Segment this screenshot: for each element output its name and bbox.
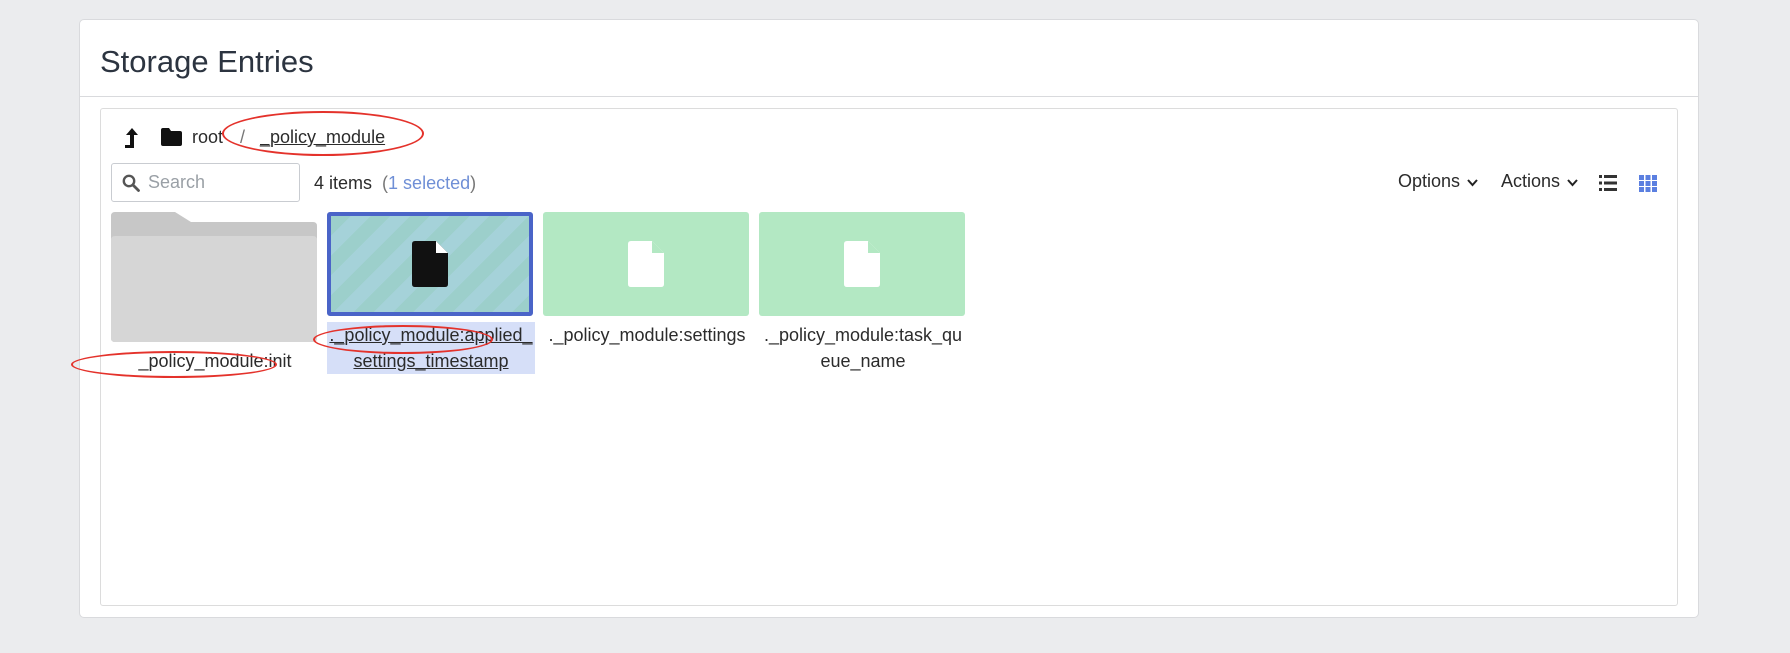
item-count-text: 4 items [314, 173, 373, 193]
folder-icon [111, 212, 317, 342]
item-count: 4 items (1 selected) [314, 173, 477, 193]
item-label[interactable]: _policy_module:init [111, 348, 319, 374]
file-icon [412, 241, 448, 287]
page-title: Storage Entries [100, 43, 314, 79]
card-header: Storage Entries [80, 20, 1698, 97]
options-dropdown[interactable]: Options [1398, 171, 1478, 192]
file-icon [628, 241, 664, 287]
item-label[interactable]: ._policy_module:task_queue_name [759, 322, 967, 374]
breadcrumb-current[interactable]: _policy_module [260, 127, 385, 148]
breadcrumb-root[interactable]: root [192, 127, 223, 148]
options-label: Options [1398, 171, 1461, 191]
file-item[interactable]: ._policy_module:task_queue_name [759, 212, 967, 374]
breadcrumb-separator: / [240, 127, 246, 147]
actions-label: Actions [1501, 171, 1561, 191]
breadcrumb: root / _policy_module [101, 109, 801, 165]
chevron-down-icon [1567, 178, 1578, 186]
level-up-icon[interactable] [123, 126, 141, 150]
file-thumbnail[interactable] [759, 212, 965, 316]
item-label[interactable]: ._policy_module:settings [543, 322, 751, 348]
file-icon [844, 241, 880, 287]
file-browser: root / _policy_module 4 items (1 selecte… [100, 108, 1678, 606]
item-label-wrap: ._policy_module:applied_settings_timesta… [327, 322, 535, 374]
chevron-down-icon [1467, 178, 1478, 186]
folder-icon [161, 128, 182, 146]
search-box[interactable] [111, 163, 300, 202]
file-thumbnail[interactable] [543, 212, 749, 316]
folder-thumbnail[interactable] [111, 212, 317, 342]
file-item[interactable]: ._policy_module:settings [543, 212, 751, 348]
folder-item[interactable]: _policy_module:init [111, 212, 319, 374]
file-thumbnail[interactable] [327, 212, 533, 316]
item-label[interactable]: ._policy_module:applied_settings_timesta… [327, 322, 535, 374]
selected-count[interactable]: 1 selected [388, 173, 470, 193]
search-icon [122, 174, 140, 192]
grid-view-icon[interactable] [1639, 175, 1657, 192]
list-view-icon[interactable] [1599, 175, 1617, 191]
file-item[interactable]: ._policy_module:applied_settings_timesta… [327, 212, 535, 374]
storage-entries-card: Storage Entries root / _policy_module 4 … [79, 19, 1699, 618]
actions-dropdown[interactable]: Actions [1501, 171, 1578, 192]
search-input[interactable] [148, 172, 298, 193]
